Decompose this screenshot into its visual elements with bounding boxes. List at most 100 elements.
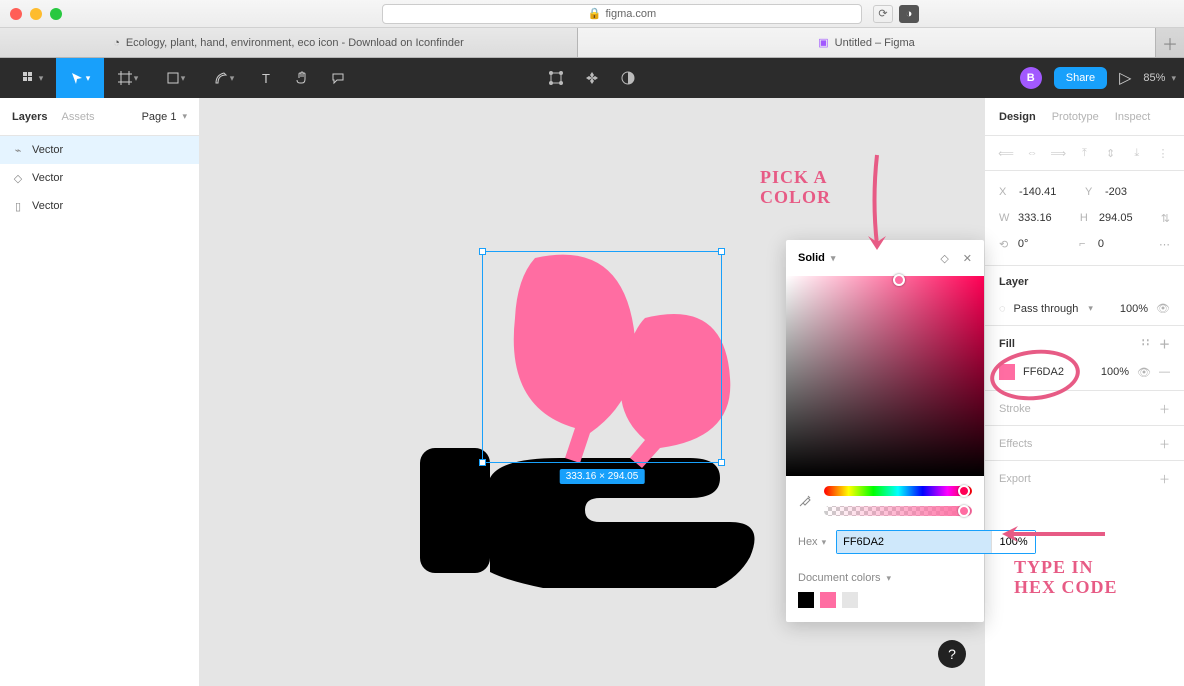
comment-tool[interactable]: [320, 58, 356, 98]
help-button[interactable]: ?: [938, 640, 966, 668]
hex-input-group: [836, 530, 1036, 554]
svg-text:T: T: [262, 72, 270, 84]
add-effect-icon[interactable]: ＋: [1159, 436, 1170, 452]
fill-visibility-icon[interactable]: 👁: [1137, 366, 1151, 379]
favicon-figma: ▣: [818, 36, 828, 49]
doc-swatch-1[interactable]: [820, 592, 836, 608]
main-menu-button[interactable]: ▾: [8, 58, 56, 98]
align-controls: ⟸ ⇔ ⟹ ⤒ ⇕ ⤓ ⋮: [985, 136, 1184, 171]
layer-item-2[interactable]: ▯ Vector: [0, 192, 199, 220]
vector-icon: ▯: [12, 200, 24, 212]
prop-corner[interactable]: 0: [1098, 238, 1153, 250]
add-fill-icon[interactable]: ＋: [1159, 336, 1170, 352]
share-button[interactable]: Share: [1054, 67, 1107, 89]
prop-h[interactable]: 294.05: [1099, 212, 1155, 224]
color-format-select[interactable]: Hex▾: [798, 536, 826, 548]
layer-item-0[interactable]: ⌁ Vector: [0, 136, 199, 164]
tab-prototype[interactable]: Prototype: [1052, 111, 1099, 123]
tab-inspect[interactable]: Inspect: [1115, 111, 1150, 123]
constrain-icon[interactable]: ⇅: [1161, 212, 1170, 225]
page-selector[interactable]: Page 1▾: [142, 111, 187, 123]
reader-icon[interactable]: ◑: [899, 5, 919, 23]
color-field[interactable]: [786, 276, 984, 476]
tab-assets[interactable]: Assets: [61, 111, 94, 123]
fill-row: FF6DA2 100% 👁 —: [985, 360, 1184, 390]
fill-swatch[interactable]: [999, 364, 1015, 380]
align-hcenter-icon[interactable]: ⇔: [1023, 144, 1041, 162]
maximize-window[interactable]: [50, 8, 62, 20]
align-right-icon[interactable]: ⟹: [1049, 144, 1067, 162]
tab-layers[interactable]: Layers: [12, 111, 47, 123]
layer-opacity[interactable]: 100%: [1106, 303, 1148, 315]
browser-tab-iconfinder[interactable]: ◔ Ecology, plant, hand, environment, eco…: [0, 28, 578, 57]
close-window[interactable]: [10, 8, 22, 20]
alpha-slider[interactable]: [824, 506, 972, 516]
align-bottom-icon[interactable]: ⤓: [1128, 144, 1146, 162]
align-top-icon[interactable]: ⤒: [1075, 144, 1093, 162]
reload-icon[interactable]: ⟳: [873, 5, 893, 23]
blend-icon[interactable]: ◇: [940, 252, 948, 265]
fill-opacity[interactable]: 100%: [1087, 366, 1129, 378]
tab-design[interactable]: Design: [999, 111, 1036, 123]
prop-x[interactable]: -140.41: [1019, 186, 1079, 198]
favicon-iconfinder: ◔: [113, 37, 120, 49]
add-stroke-icon[interactable]: ＋: [1159, 401, 1170, 417]
document-colors-select[interactable]: Document colors▾: [786, 566, 984, 588]
prop-rotation[interactable]: 0°: [1018, 238, 1073, 250]
rotation-icon: ⟲: [999, 238, 1012, 251]
export-section-header: Export ＋: [985, 460, 1184, 495]
mask-icon[interactable]: [621, 71, 635, 85]
component-icon[interactable]: [585, 71, 599, 85]
pen-tool[interactable]: ▾: [200, 58, 248, 98]
browser-tab-figma[interactable]: ▣ Untitled – Figma: [578, 28, 1156, 57]
add-export-icon[interactable]: ＋: [1159, 471, 1170, 487]
new-tab-button[interactable]: ＋: [1156, 28, 1184, 57]
edit-object-icon[interactable]: [549, 71, 563, 85]
prop-y[interactable]: -203: [1105, 186, 1165, 198]
right-panel: Design Prototype Inspect ⟸ ⇔ ⟹ ⤒ ⇕ ⤓ ⋮ X…: [984, 98, 1184, 686]
layer-item-1[interactable]: ◇ Vector: [0, 164, 199, 192]
zoom-control[interactable]: 85%▾: [1143, 72, 1176, 84]
shape-tool[interactable]: ▾: [152, 58, 200, 98]
fill-section-header: Fill ∷＋: [985, 326, 1184, 360]
traffic-lights: [10, 8, 62, 20]
fill-hex[interactable]: FF6DA2: [1023, 366, 1064, 378]
close-icon[interactable]: ✕: [963, 252, 972, 265]
browser-chrome-top: 🔒 figma.com ⟳ ◑: [0, 0, 1184, 28]
left-panel: Layers Assets Page 1▾ ⌁ Vector ◇ Vector …: [0, 98, 200, 686]
distribute-icon[interactable]: ⋮: [1154, 144, 1172, 162]
hand-tool[interactable]: [284, 58, 320, 98]
corner-icon: ⌐: [1079, 238, 1092, 250]
hex-opacity-input[interactable]: [991, 531, 1035, 553]
visibility-icon[interactable]: 👁: [1156, 302, 1170, 315]
prop-w[interactable]: 333.16: [1018, 212, 1074, 224]
hex-value-input[interactable]: [837, 531, 991, 553]
remove-fill-icon[interactable]: —: [1159, 366, 1170, 378]
hue-slider[interactable]: [824, 486, 972, 496]
document-swatches: [786, 588, 984, 622]
user-avatar[interactable]: B: [1020, 67, 1042, 89]
present-icon[interactable]: ▷: [1119, 68, 1131, 88]
doc-swatch-0[interactable]: [798, 592, 814, 608]
color-mode-select[interactable]: Solid▾: [798, 252, 835, 264]
align-vcenter-icon[interactable]: ⇕: [1102, 144, 1120, 162]
vector-icon: ⌁: [12, 144, 24, 156]
fill-styles-icon[interactable]: ∷: [1142, 336, 1149, 352]
move-tool[interactable]: ▾: [56, 58, 104, 98]
text-tool[interactable]: T: [248, 58, 284, 98]
frame-tool[interactable]: ▾: [104, 58, 152, 98]
more-icon[interactable]: ⋯: [1159, 238, 1170, 251]
color-picker-popup: Solid▾ ◇ ✕ Hex▾ Document colors▾: [786, 240, 984, 622]
blend-mode-select[interactable]: Pass through: [1014, 303, 1079, 315]
transform-section: X-140.41 Y-203 W333.16 H294.05 ⇅ ⟲0° ⌐0 …: [985, 171, 1184, 266]
browser-tabs: ◔ Ecology, plant, hand, environment, eco…: [0, 28, 1184, 58]
minimize-window[interactable]: [30, 8, 42, 20]
blend-mode-icon: ◌: [999, 303, 1006, 315]
layer-section-header: Layer: [985, 266, 1184, 296]
align-left-icon[interactable]: ⟸: [997, 144, 1015, 162]
eyedropper-icon[interactable]: [798, 494, 812, 508]
doc-swatch-2[interactable]: [842, 592, 858, 608]
url-bar[interactable]: 🔒 figma.com ⟳ ◑: [382, 4, 862, 24]
url-text: figma.com: [605, 8, 656, 20]
vector-icon: ◇: [12, 172, 24, 184]
